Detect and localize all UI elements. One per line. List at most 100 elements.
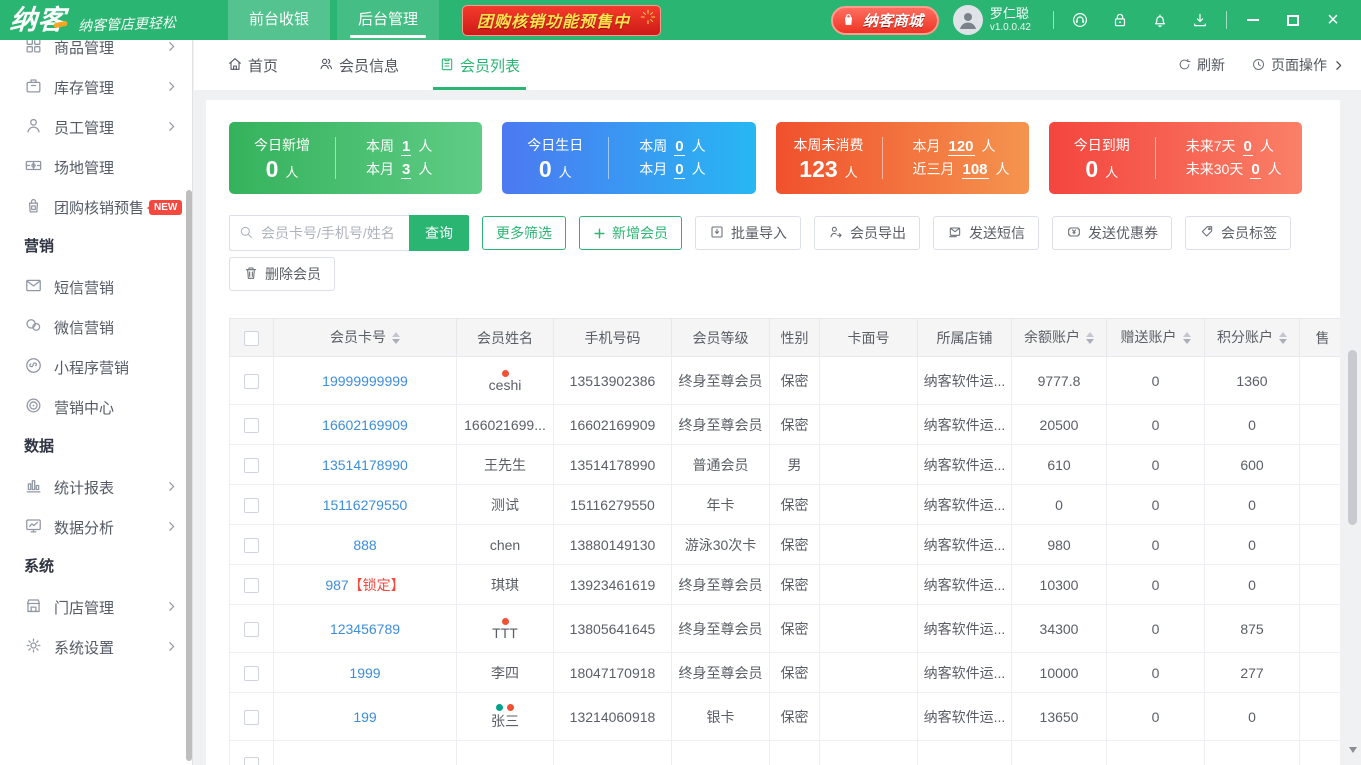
support-icon[interactable]: [1060, 0, 1100, 40]
search-input[interactable]: [229, 215, 409, 251]
sidebar-item-sms-marketing[interactable]: 短信营销: [0, 267, 192, 307]
column-header-checkbox: [230, 319, 274, 357]
member-card-link[interactable]: 888: [353, 537, 376, 553]
chevron-right-icon: [165, 480, 178, 495]
search-button[interactable]: 查询: [409, 215, 469, 251]
close-button[interactable]: ×: [1313, 0, 1353, 40]
member-card-link[interactable]: 1999: [349, 665, 380, 681]
bell-icon[interactable]: [1140, 0, 1180, 40]
sidebar-item-groupbuy-presale[interactable]: 团购核销预售NEW: [0, 187, 192, 227]
top-tab-backstage[interactable]: 后台管理: [337, 0, 439, 40]
sidebar-item-report[interactable]: 统计报表: [0, 467, 192, 507]
sidebar-item-inventory[interactable]: 库存管理: [0, 67, 192, 107]
stat-detail-value[interactable]: 0: [674, 138, 684, 156]
stat-detail-value[interactable]: 0: [1250, 161, 1260, 179]
member-icon: [318, 56, 334, 74]
tab-member-list[interactable]: 会员列表: [439, 40, 520, 90]
member-card-link[interactable]: 15116279550: [323, 497, 408, 513]
sort-carets-icon[interactable]: [1279, 328, 1287, 348]
delete-member-button[interactable]: 删除会员: [229, 257, 335, 291]
cell-card-face: [820, 357, 918, 405]
cell-card-no: 16602169909: [274, 405, 457, 445]
user-profile[interactable]: 罗仁聪 v1.0.0.42: [953, 5, 1031, 35]
stat-detail-value[interactable]: 0: [674, 161, 684, 179]
batch-import-button[interactable]: 批量导入: [695, 216, 801, 250]
scrollbar-thumb[interactable]: [1348, 350, 1357, 525]
add-member-button[interactable]: 新增会员: [579, 216, 682, 250]
row-checkbox[interactable]: [244, 666, 259, 681]
column-header-balance[interactable]: 余额账户: [1012, 319, 1107, 357]
sort-carets-icon[interactable]: [392, 328, 400, 348]
tab-home[interactable]: 首页: [227, 40, 278, 90]
sort-carets-icon[interactable]: [1086, 328, 1094, 348]
row-checkbox[interactable]: [244, 498, 259, 513]
more-filter-button[interactable]: 更多筛选: [482, 216, 566, 250]
minimize-button[interactable]: [1233, 0, 1273, 40]
stat-detail-value[interactable]: 108: [962, 161, 989, 179]
row-checkbox[interactable]: [244, 710, 259, 725]
stat-card-value: 0人: [229, 158, 335, 181]
sidebar-item-wechat-marketing[interactable]: 微信营销: [0, 307, 192, 347]
maximize-button[interactable]: [1273, 0, 1313, 40]
cell-card-no: 123456789: [274, 605, 457, 653]
stat-detail-row: 本月0人: [639, 158, 755, 181]
cell-store: 纳客软件运...: [918, 525, 1012, 565]
promo-banner[interactable]: 团购核销功能预售中: [462, 5, 661, 36]
cell-points: 875: [1205, 605, 1300, 653]
stat-detail-label: 本月: [639, 161, 667, 177]
column-header-gift[interactable]: 赠送账户: [1107, 319, 1205, 357]
top-tab-cashier[interactable]: 前台收银: [228, 0, 330, 40]
member-card-link[interactable]: 123456789: [330, 621, 400, 637]
send-sms-button[interactable]: 发送短信: [933, 216, 1039, 250]
row-checkbox[interactable]: [244, 578, 259, 593]
stat-detail-value[interactable]: 0: [1243, 138, 1253, 156]
column-header-points[interactable]: 积分账户: [1205, 319, 1300, 357]
page-actions-button[interactable]: 页面操作: [1251, 55, 1345, 75]
column-header-card-no[interactable]: 会员卡号: [274, 319, 457, 357]
member-card-link[interactable]: 199: [353, 709, 376, 725]
content-scrollbar[interactable]: [1346, 100, 1359, 765]
cell-sale: [1300, 357, 1341, 405]
member-card-link[interactable]: 987: [325, 577, 348, 593]
row-checkbox[interactable]: [244, 418, 259, 433]
send-coupon-button[interactable]: 发送优惠券: [1052, 216, 1172, 250]
refresh-button[interactable]: 刷新: [1177, 55, 1225, 75]
sidebar-item-miniapp-marketing[interactable]: 小程序营销: [0, 347, 192, 387]
table-row: [230, 741, 1341, 765]
select-all-checkbox[interactable]: [244, 331, 259, 346]
row-checkbox[interactable]: [244, 374, 259, 389]
maximize-icon: [1287, 15, 1299, 26]
row-checkbox[interactable]: [244, 757, 259, 765]
sidebar-item-store-manage[interactable]: 门店管理: [0, 587, 192, 627]
stat-card-title: 今日生日: [502, 135, 608, 155]
stat-detail-value[interactable]: 120: [948, 138, 975, 156]
stat-card-unit: 人: [285, 165, 298, 180]
stat-card-unit: 人: [559, 165, 572, 180]
sort-carets-icon[interactable]: [1183, 328, 1191, 348]
sidebar-item-venue[interactable]: 场地管理: [0, 147, 192, 187]
tab-member-info[interactable]: 会员信息: [318, 40, 399, 90]
member-card-link[interactable]: 13514178990: [322, 457, 408, 473]
member-export-button[interactable]: 会员导出: [814, 216, 920, 250]
sidebar-scrollbar[interactable]: [186, 190, 192, 761]
member-tag-button[interactable]: 会员标签: [1185, 216, 1291, 250]
mall-label: 纳客商城: [863, 10, 923, 31]
sidebar-item-goods[interactable]: 商品管理: [0, 40, 192, 67]
sidebar-item-marketing-center[interactable]: 营销中心: [0, 387, 192, 427]
stat-detail-value[interactable]: 3: [401, 161, 411, 179]
lock-icon[interactable]: [1100, 0, 1140, 40]
row-checkbox[interactable]: [244, 458, 259, 473]
scroll-down-arrow-icon[interactable]: [1349, 747, 1357, 757]
sidebar-item-staff[interactable]: 员工管理: [0, 107, 192, 147]
sidebar-item-settings[interactable]: 系统设置: [0, 627, 192, 667]
mall-button[interactable]: 纳客商城: [831, 6, 939, 35]
row-checkbox[interactable]: [244, 622, 259, 637]
cell-points: 1360: [1205, 357, 1300, 405]
download-icon[interactable]: [1180, 0, 1220, 40]
stat-detail-value[interactable]: 1: [401, 138, 411, 156]
member-card-link[interactable]: 16602169909: [322, 417, 408, 433]
stat-card-details: 本周0人本月0人: [609, 135, 755, 181]
member-card-link[interactable]: 19999999999: [322, 373, 408, 389]
row-checkbox[interactable]: [244, 538, 259, 553]
sidebar-item-analysis[interactable]: 数据分析: [0, 507, 192, 547]
